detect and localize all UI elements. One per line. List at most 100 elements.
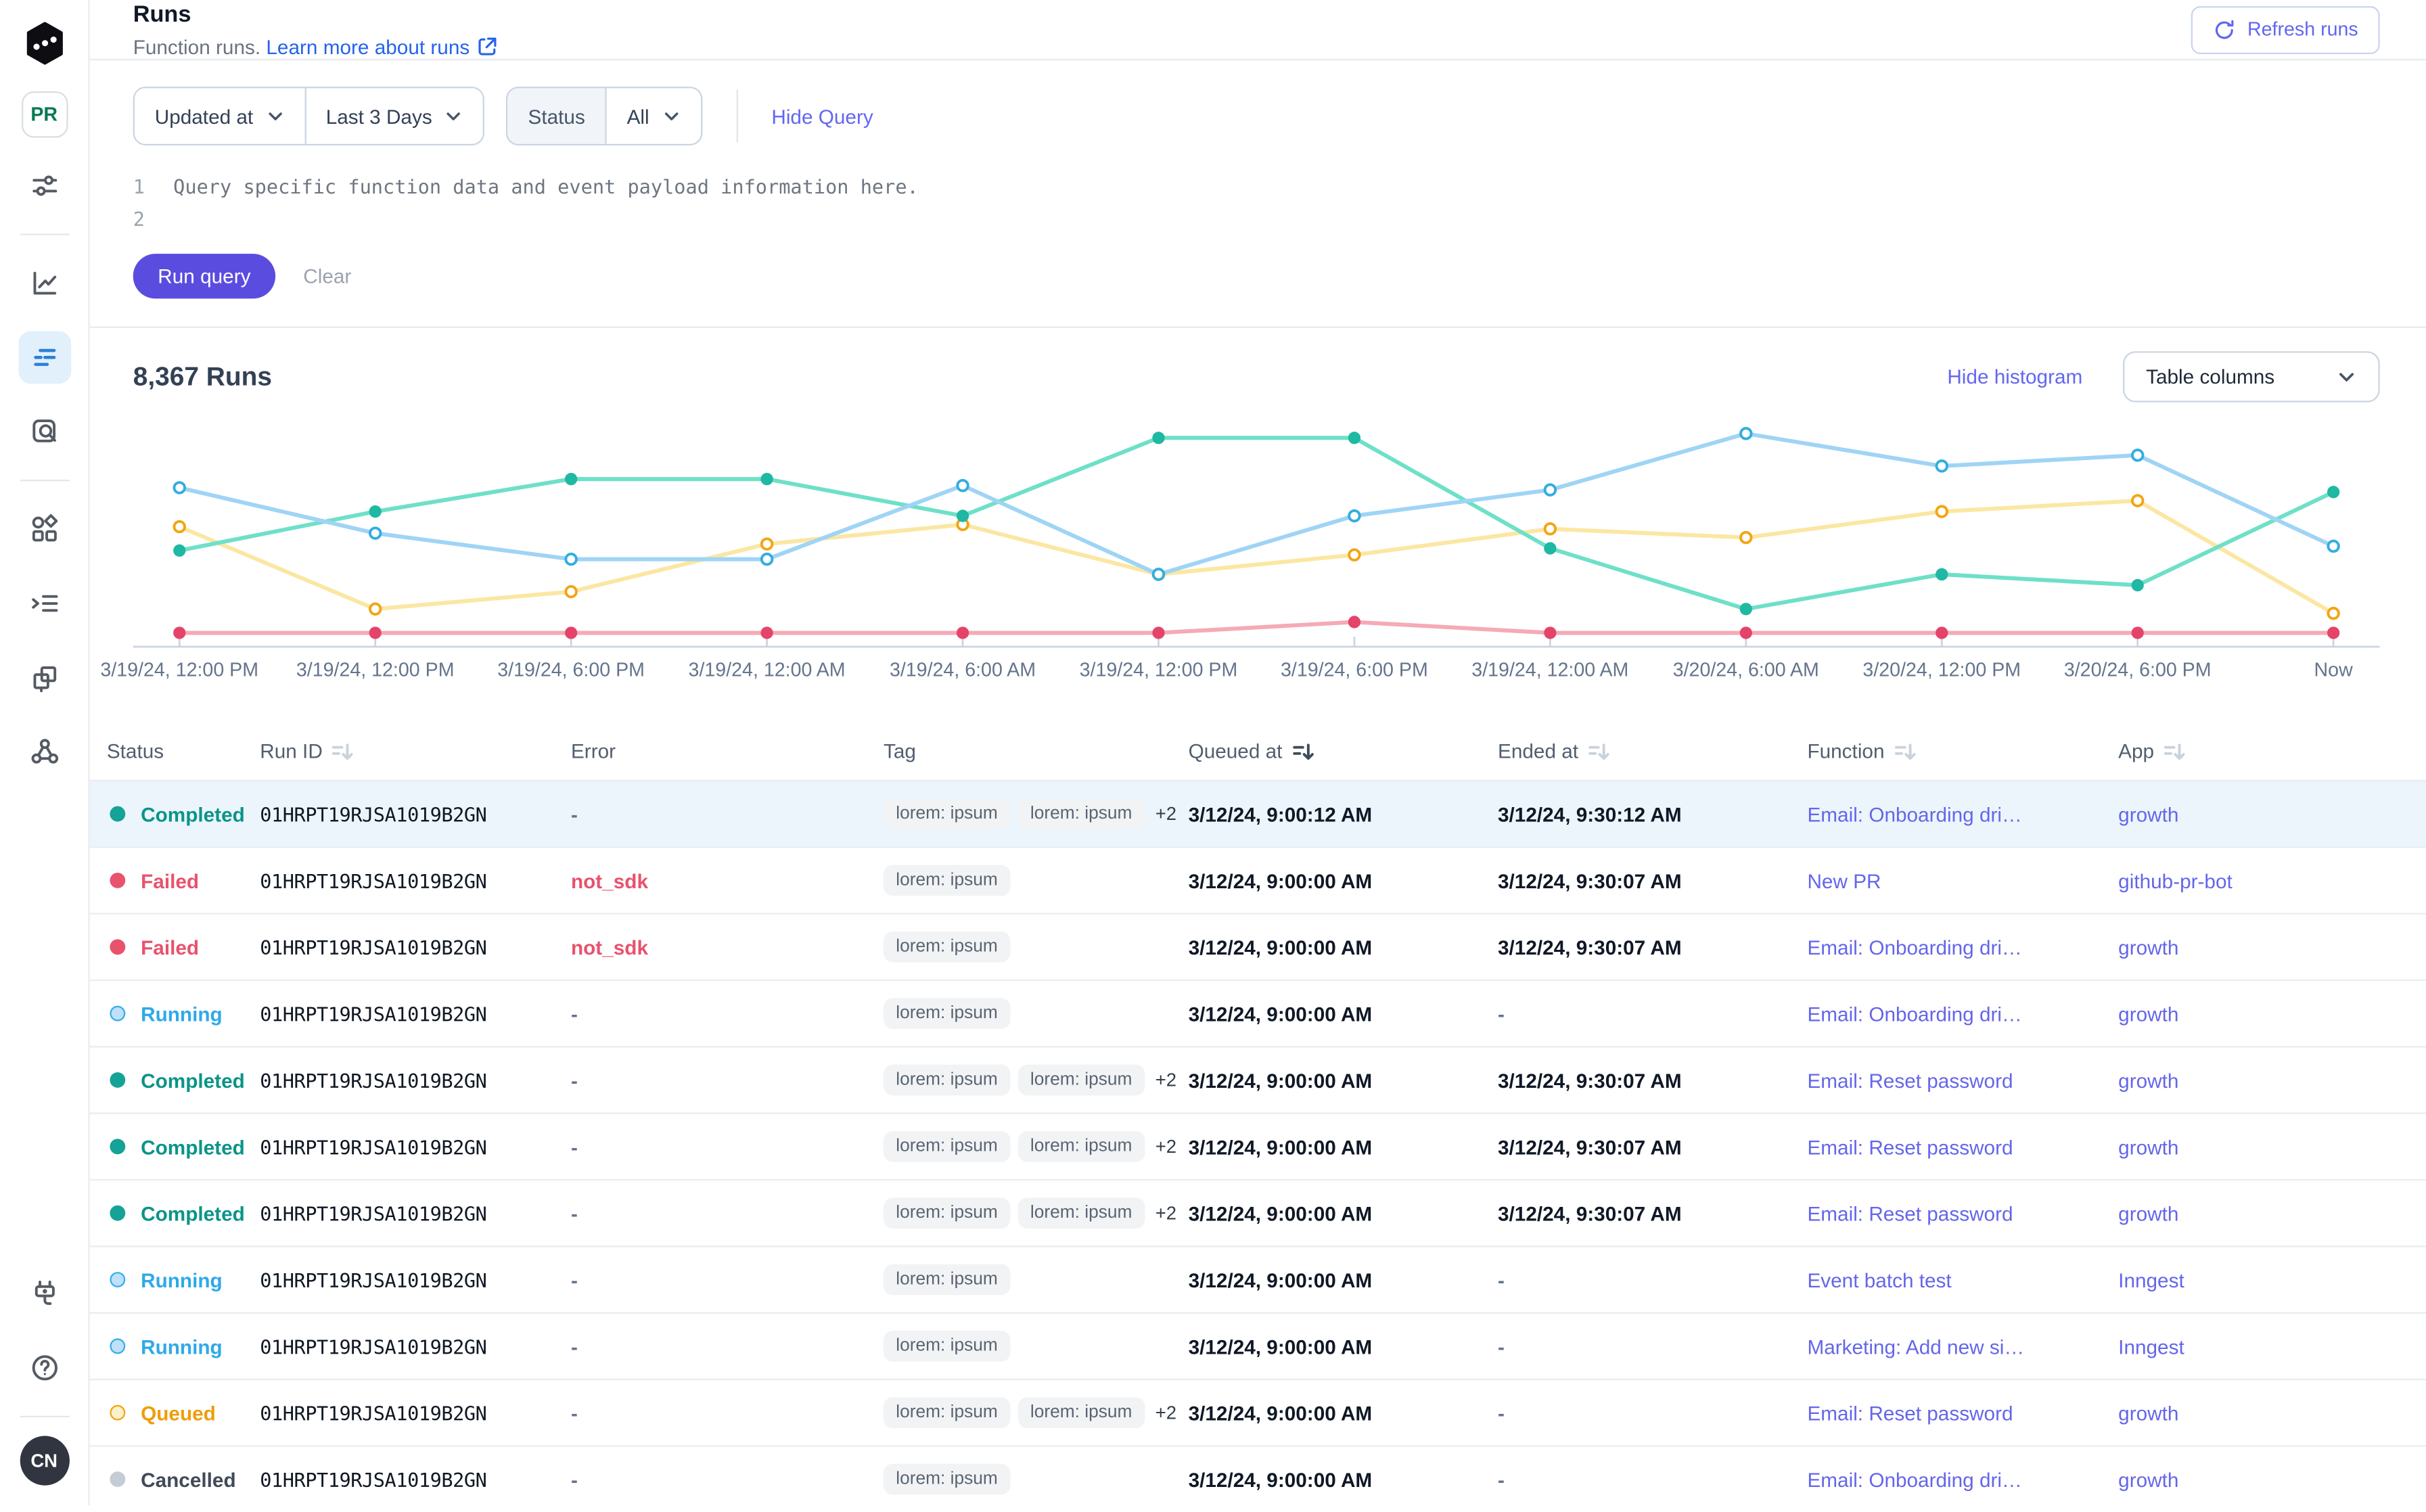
function-link[interactable]: Event batch test bbox=[1807, 1268, 1951, 1291]
sidebar-item-event-search[interactable] bbox=[18, 405, 70, 458]
learn-more-link[interactable]: Learn more about runs bbox=[266, 36, 497, 59]
run-id: 01HRPT19RJSA1019B2GN bbox=[260, 802, 571, 825]
app-cell: growth bbox=[2118, 1135, 2395, 1158]
query-editor[interactable]: 1 Query specific function data and event… bbox=[90, 145, 2426, 328]
function-link[interactable]: Email: Reset password bbox=[1807, 1401, 2013, 1424]
table-row[interactable]: Completed01HRPT19RJSA1019B2GN-lorem: ips… bbox=[90, 1112, 2426, 1178]
sidebar-item-apps[interactable] bbox=[18, 503, 70, 555]
run-id: 01HRPT19RJSA1019B2GN bbox=[260, 1268, 571, 1291]
extra-tags-count: +2 bbox=[1155, 803, 1176, 825]
user-avatar[interactable]: CN bbox=[20, 1436, 69, 1486]
function-link[interactable]: Email: Reset password bbox=[1807, 1068, 2013, 1091]
column-label: Status bbox=[107, 739, 164, 762]
app-link[interactable]: Inngest bbox=[2118, 1335, 2184, 1358]
column-header-queued-at[interactable]: Queued at bbox=[1189, 739, 1498, 762]
table-row[interactable]: Running01HRPT19RJSA1019B2GN-lorem: ipsum… bbox=[90, 980, 2426, 1046]
tag-chip: lorem: ipsum bbox=[884, 1464, 1010, 1495]
function-link[interactable]: Marketing: Add new si… bbox=[1807, 1335, 2024, 1358]
run-query-button[interactable]: Run query bbox=[133, 254, 275, 298]
sort-icon[interactable] bbox=[2164, 740, 2185, 762]
time-filter-pill: Updated at Last 3 Days bbox=[133, 87, 485, 145]
sort-icon[interactable] bbox=[1588, 740, 1609, 762]
status-cell: Completed bbox=[107, 1068, 260, 1091]
refresh-runs-button[interactable]: Refresh runs bbox=[2192, 5, 2380, 53]
function-link[interactable]: New PR bbox=[1807, 869, 1881, 892]
app-link[interactable]: growth bbox=[2118, 1401, 2178, 1424]
app-link[interactable]: growth bbox=[2118, 1201, 2178, 1224]
integrations-plug-icon[interactable] bbox=[18, 1267, 70, 1320]
help-icon[interactable] bbox=[18, 1342, 70, 1394]
function-link[interactable]: Email: Onboarding dri… bbox=[1807, 802, 2021, 825]
data-point-queued bbox=[2328, 608, 2339, 619]
sort-icon[interactable] bbox=[332, 740, 354, 762]
table-row[interactable]: Failed01HRPT19RJSA1019B2GNnot_sdklorem: … bbox=[90, 846, 2426, 913]
app-link[interactable]: Inngest bbox=[2118, 1268, 2184, 1291]
table-row[interactable]: Running01HRPT19RJSA1019B2GN-lorem: ipsum… bbox=[90, 1312, 2426, 1379]
x-axis-label: 3/20/24, 12:00 PM bbox=[1862, 659, 2021, 681]
tags-cell: lorem: ipsum bbox=[884, 1264, 1189, 1296]
app-cell: Inngest bbox=[2118, 1268, 2395, 1291]
data-point-completed bbox=[1348, 432, 1360, 444]
data-point-running bbox=[1936, 461, 1947, 472]
table-columns-dropdown[interactable]: Table columns bbox=[2123, 351, 2380, 402]
sidebar-item-runs[interactable] bbox=[18, 331, 70, 384]
table-row[interactable]: Cancelled01HRPT19RJSA1019B2GN-lorem: ips… bbox=[90, 1445, 2426, 1511]
data-point-running bbox=[762, 554, 773, 565]
time-field-dropdown[interactable]: Updated at bbox=[135, 88, 304, 143]
status-cell: Running bbox=[107, 1002, 260, 1025]
ended-at-cell: - bbox=[1498, 1335, 1807, 1358]
sidebar-divider bbox=[20, 1416, 69, 1417]
sidebar-item-webhooks[interactable] bbox=[18, 726, 70, 779]
app-cell: growth bbox=[2118, 1002, 2395, 1025]
function-link[interactable]: Email: Onboarding dri… bbox=[1807, 1002, 2021, 1025]
function-link[interactable]: Email: Reset password bbox=[1807, 1135, 2013, 1158]
column-header-ended-at[interactable]: Ended at bbox=[1498, 739, 1807, 762]
app-link[interactable]: github-pr-bot bbox=[2118, 869, 2233, 892]
column-label: Function bbox=[1807, 739, 1884, 762]
clear-button[interactable]: Clear bbox=[303, 265, 351, 288]
app-link[interactable]: growth bbox=[2118, 1467, 2178, 1490]
runs-count: 8,367 Runs bbox=[133, 361, 1948, 392]
table-row[interactable]: Completed01HRPT19RJSA1019B2GN-lorem: ips… bbox=[90, 1179, 2426, 1245]
data-point-queued bbox=[566, 587, 576, 597]
table-row[interactable]: Completed01HRPT19RJSA1019B2GN-lorem: ips… bbox=[90, 780, 2426, 846]
function-link[interactable]: Email: Onboarding dri… bbox=[1807, 1467, 2021, 1490]
sort-icon[interactable] bbox=[1894, 740, 1915, 762]
app-link[interactable]: growth bbox=[2118, 1135, 2178, 1158]
table-row[interactable]: Failed01HRPT19RJSA1019B2GNnot_sdklorem: … bbox=[90, 913, 2426, 979]
table-row[interactable]: Queued01HRPT19RJSA1019B2GN-lorem: ipsuml… bbox=[90, 1379, 2426, 1445]
table-row[interactable]: Running01HRPT19RJSA1019B2GN-lorem: ipsum… bbox=[90, 1245, 2426, 1312]
environment-badge[interactable]: PR bbox=[21, 91, 68, 138]
function-link[interactable]: Email: Reset password bbox=[1807, 1201, 2013, 1224]
inngest-logo[interactable] bbox=[22, 22, 66, 65]
app-link[interactable]: growth bbox=[2118, 1068, 2178, 1091]
function-cell: Email: Reset password bbox=[1807, 1401, 2118, 1424]
table-row[interactable]: Completed01HRPT19RJSA1019B2GN-lorem: ips… bbox=[90, 1046, 2426, 1112]
table-body: Completed 01HRPT19RJSA1019B2GN - lorem: ips… bbox=[90, 780, 2426, 1512]
page-title: Runs bbox=[133, 0, 2192, 31]
ended-at-cell: - bbox=[1498, 1268, 1807, 1291]
status-filter-dropdown[interactable]: All bbox=[605, 88, 701, 143]
app-link[interactable]: growth bbox=[2118, 936, 2178, 959]
queued-at-cell: 3/12/24, 9:00:00 AM bbox=[1189, 1401, 1498, 1424]
data-point-completed bbox=[1740, 603, 1752, 615]
column-header-run-id[interactable]: Run ID bbox=[260, 739, 571, 762]
function-link[interactable]: Email: Onboarding dri… bbox=[1807, 936, 2021, 959]
time-range-dropdown[interactable]: Last 3 Days bbox=[304, 88, 484, 143]
column-header-app[interactable]: App bbox=[2118, 739, 2395, 762]
sidebar-item-terminal[interactable] bbox=[18, 577, 70, 630]
app-link[interactable]: growth bbox=[2118, 802, 2178, 825]
sort-icon[interactable] bbox=[1291, 740, 1313, 762]
app-link[interactable]: growth bbox=[2118, 1002, 2178, 1025]
sidebar-item-windows[interactable] bbox=[18, 651, 70, 704]
filter-sliders-icon[interactable] bbox=[18, 160, 70, 212]
tags-cell: lorem: ipsum bbox=[884, 1331, 1189, 1362]
tag-chip: lorem: ipsum bbox=[884, 798, 1010, 829]
hide-histogram-link[interactable]: Hide histogram bbox=[1947, 365, 2082, 388]
hide-query-link[interactable]: Hide Query bbox=[771, 104, 873, 127]
data-point-failed bbox=[173, 626, 185, 639]
x-axis-label: Now bbox=[2314, 659, 2353, 681]
sidebar-item-metrics[interactable] bbox=[18, 257, 70, 310]
column-header-function[interactable]: Function bbox=[1807, 739, 2118, 762]
data-point-queued bbox=[174, 522, 185, 532]
